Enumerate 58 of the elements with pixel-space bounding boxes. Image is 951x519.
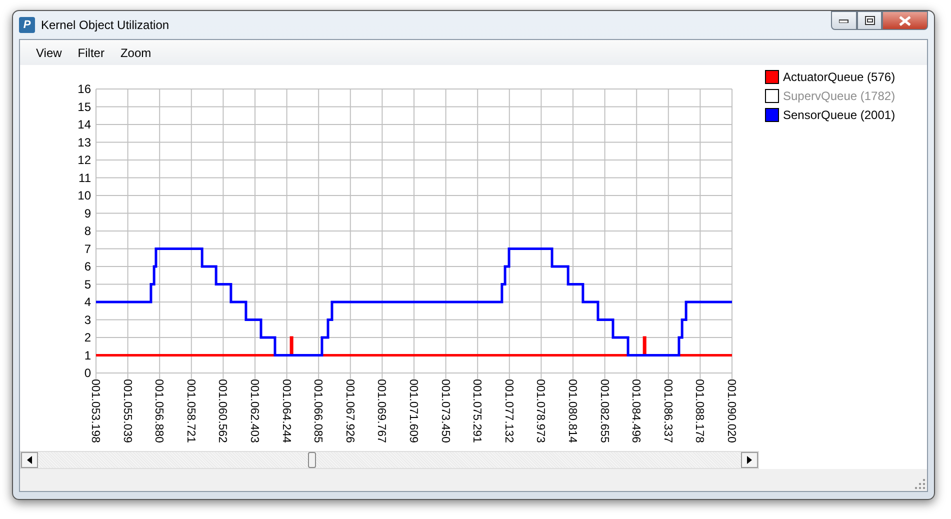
- x-tick-label: 001.069.767: [375, 379, 388, 443]
- x-tick-label: 001.082.655: [598, 379, 610, 443]
- y-tick-label: 5: [84, 277, 91, 292]
- y-tick-label: 9: [84, 206, 91, 220]
- y-tick-label: 10: [78, 188, 91, 202]
- y-tick-label: 8: [84, 224, 91, 238]
- x-tick-label: 001.064.244: [280, 379, 292, 443]
- y-tick-label: 11: [78, 170, 91, 185]
- x-tick-label: 001.077.132: [502, 379, 514, 443]
- y-tick-label: 14: [78, 118, 91, 132]
- x-tick-label: 001.062.403: [248, 379, 260, 443]
- y-tick-label: 6: [84, 260, 91, 274]
- x-tick-label: 001.060.562: [216, 379, 228, 443]
- x-tick-label: 001.055.039: [120, 379, 133, 443]
- y-tick-label: 0: [84, 366, 91, 380]
- y-tick-label: 12: [78, 153, 91, 167]
- y-tick-label: 3: [84, 312, 91, 327]
- y-tick-label: 7: [84, 242, 91, 256]
- y-tick-label: 2: [84, 330, 91, 344]
- window-title: Kernel Object Utilization: [41, 17, 170, 34]
- x-tick-label: 001.053.198: [89, 379, 101, 443]
- x-tick-label: 001.073.450: [438, 379, 451, 443]
- scroll-right-button[interactable]: [741, 452, 758, 468]
- x-tick-label: 001.056.880: [152, 379, 165, 443]
- x-tick-label: 001.084.496: [630, 379, 642, 443]
- y-tick-label: 15: [78, 100, 91, 114]
- close-icon: [899, 16, 911, 26]
- maximize-button[interactable]: [857, 11, 882, 30]
- menu-item[interactable]: Zoom: [112, 42, 160, 64]
- x-tick-label: 001.071.609: [407, 379, 419, 443]
- resize-grip-icon[interactable]: [915, 479, 925, 489]
- x-tick-label: 001.066.085: [312, 379, 324, 443]
- y-tick-label: 4: [84, 295, 91, 309]
- close-button[interactable]: [882, 11, 928, 30]
- x-tick-label: 001.078.973: [534, 379, 546, 443]
- maximize-icon: [864, 16, 874, 25]
- x-tick-label: 001.080.814: [566, 379, 578, 443]
- x-tick-label: 001.058.721: [184, 379, 196, 443]
- y-tick-label: 16: [78, 82, 91, 96]
- x-tick-label: 001.067.926: [343, 379, 356, 443]
- menu-item[interactable]: Filter: [70, 42, 112, 64]
- y-tick-label: 1: [84, 348, 91, 362]
- x-tick-label: 001.088.178: [693, 379, 706, 443]
- x-tick-label: 001.090.020: [725, 379, 737, 443]
- minimize-button[interactable]: [831, 11, 857, 30]
- x-tick-label: 001.075.291: [470, 379, 483, 443]
- minimize-icon: [839, 18, 849, 22]
- legend-item[interactable]: SensorQueue (2001): [765, 106, 921, 124]
- app-icon: P: [19, 17, 35, 33]
- legend-item[interactable]: ActuatorQueue (576): [765, 68, 921, 86]
- right-arrow-icon: [747, 456, 752, 464]
- left-arrow-icon: [27, 456, 32, 464]
- menu-item[interactable]: View: [28, 42, 70, 64]
- y-tick-label: 13: [78, 135, 91, 150]
- x-tick-label: 001.086.337: [661, 379, 674, 443]
- scroll-left-button[interactable]: [21, 452, 38, 468]
- legend-swatch: [765, 89, 779, 103]
- scrollbar-thumb[interactable]: [308, 452, 316, 468]
